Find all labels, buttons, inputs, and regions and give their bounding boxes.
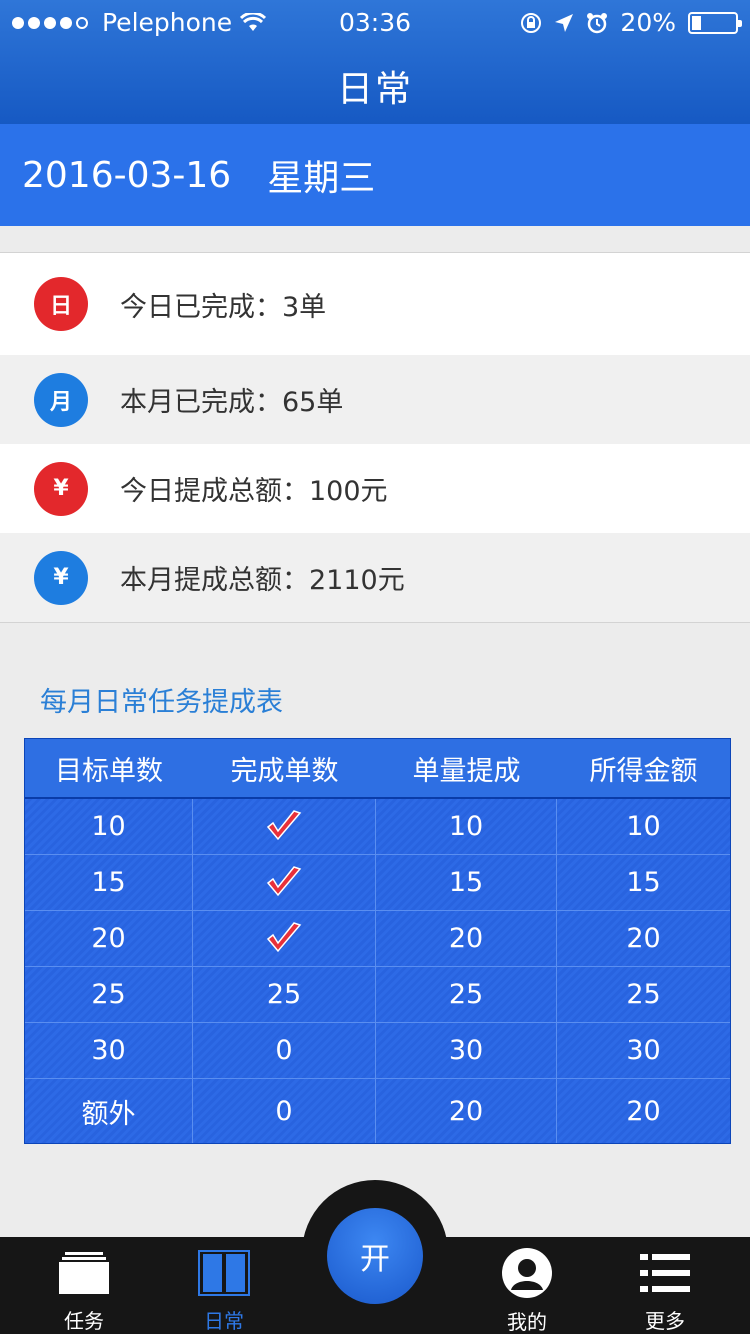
status-right: 20% (520, 8, 742, 37)
cell-target: 10 (25, 799, 193, 854)
stat-month-commission: ¥ 本月提成总额：2110元 (0, 533, 750, 622)
cell-rate: 25 (376, 967, 557, 1022)
tab-label: 任务 (64, 1309, 104, 1333)
table-header-row: 目标单数 完成单数 单量提成 所得金额 (25, 739, 730, 799)
table-row: 25 25 25 25 (25, 967, 730, 1023)
yen-icon: ¥ (34, 461, 88, 516)
cell-done: 0 (193, 1079, 376, 1143)
date-bar: 2016-03-16 星期三 (0, 124, 750, 226)
tab-mine[interactable]: 我的 (477, 1248, 577, 1334)
tab-tasks[interactable]: 任务 (34, 1248, 134, 1334)
cards-icon (59, 1248, 109, 1297)
table-row: 15 15 15 (25, 855, 730, 911)
cell-rate: 20 (376, 911, 557, 966)
stat-label: 本月提成总额：2110元 (120, 565, 405, 596)
cell-rate: 10 (376, 799, 557, 854)
table-row: 额外 0 20 20 (25, 1079, 730, 1143)
cell-target: 额外 (25, 1079, 193, 1143)
column-header: 完成单数 (230, 755, 339, 787)
stat-label: 今日已完成：3单 (120, 291, 327, 323)
list-icon (640, 1248, 690, 1297)
status-bar: Pelephone 03:36 20% (0, 0, 750, 44)
location-icon (555, 13, 574, 32)
table-title: 每月日常任务提成表 (40, 687, 283, 718)
stat-month-completed: 月 本月已完成：65单 (0, 355, 750, 444)
user-icon (502, 1248, 552, 1298)
tab-label: 更多 (645, 1309, 685, 1333)
day-icon: 日 (34, 277, 88, 331)
table-row: 20 20 20 (25, 911, 730, 967)
check-icon (193, 855, 376, 910)
column-header: 目标单数 (55, 755, 163, 787)
cell-target: 20 (25, 911, 193, 966)
table-row: 30 0 30 30 (25, 1023, 730, 1079)
month-icon: 月 (34, 372, 88, 427)
cell-amount: 15 (626, 867, 661, 898)
cell-target: 25 (25, 967, 193, 1022)
cell-amount: 30 (626, 1035, 661, 1066)
table-row: 10 10 10 (25, 799, 730, 855)
weekday-label: 星期三 (267, 158, 376, 199)
tab-label: 日常 (204, 1309, 244, 1333)
cell-done: 0 (193, 1023, 376, 1078)
cell-rate: 20 (376, 1079, 557, 1143)
cell-amount: 20 (626, 923, 661, 954)
page-title: 日常 (336, 69, 413, 110)
stat-today-commission: ¥ 今日提成总额：100元 (0, 444, 750, 533)
cell-done: 25 (193, 967, 376, 1022)
column-header: 单量提成 (412, 755, 521, 787)
date-label: 2016-03-16 (22, 154, 232, 196)
cell-amount: 20 (626, 1095, 661, 1127)
stat-label: 今日提成总额：100元 (120, 476, 388, 507)
battery-icon (688, 11, 742, 34)
check-icon (193, 799, 376, 854)
cell-target: 15 (25, 855, 193, 910)
cell-amount: 25 (626, 979, 661, 1010)
book-icon (198, 1248, 250, 1297)
commission-table: 目标单数 完成单数 单量提成 所得金额 10 10 10 15 15 15 20… (24, 738, 731, 1144)
check-icon (193, 911, 376, 966)
alarm-icon (587, 12, 608, 33)
stat-label: 本月已完成：65单 (120, 387, 344, 418)
yen-icon: ¥ (34, 550, 88, 605)
tab-label: 我的 (507, 1310, 547, 1334)
cell-amount: 10 (626, 811, 661, 842)
start-button[interactable]: 开 (327, 1208, 423, 1304)
column-header: 所得金额 (589, 755, 698, 787)
stats-list: 日 今日已完成：3单 月 本月已完成：65单 ¥ 今日提成总额：100元 ¥ 本… (0, 252, 750, 623)
app-header: Pelephone 03:36 20% 日常 (0, 0, 750, 124)
stat-today-completed: 日 今日已完成：3单 (0, 253, 750, 355)
cell-target: 30 (25, 1023, 193, 1078)
cell-rate: 15 (376, 855, 557, 910)
tab-more[interactable]: 更多 (615, 1248, 715, 1334)
cell-rate: 30 (376, 1023, 557, 1078)
rotation-lock-icon (521, 12, 542, 33)
battery-percent: 20% (620, 8, 676, 37)
tab-daily[interactable]: 日常 (174, 1248, 274, 1334)
